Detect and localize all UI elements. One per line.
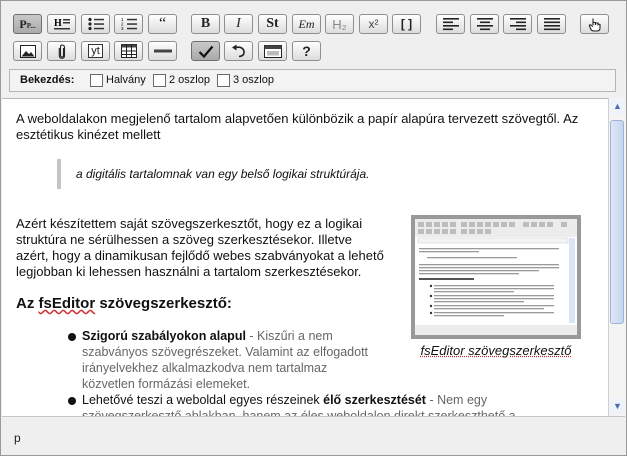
justify-icon (543, 18, 560, 31)
editor-content-area[interactable]: A weboldalakon megjelenő tartalom alapve… (2, 98, 608, 416)
element-path: p (14, 431, 21, 445)
strong-button[interactable]: St (258, 14, 287, 34)
emphasis-icon: Em (298, 16, 315, 31)
thumbnail-drawing (415, 219, 577, 335)
checkbox-halvany[interactable] (90, 74, 103, 87)
bullet-dot-2 (68, 397, 76, 405)
scroll-down-arrow-icon[interactable]: ▼ (610, 399, 625, 414)
svg-text:3: 3 (121, 26, 124, 31)
numbered-list-icon: 123 (121, 17, 137, 31)
blockquote: a digitális tartalomnak van egy belső lo… (57, 159, 557, 189)
validate-button[interactable] (191, 41, 220, 61)
horizontal-rule-icon (153, 49, 172, 53)
paragraph-style-button[interactable]: PP... (13, 14, 42, 34)
status-bar: p (2, 416, 625, 455)
attach-file-button[interactable] (47, 41, 76, 61)
svg-text:H: H (54, 18, 62, 29)
brackets-icon: [ ] (400, 17, 413, 31)
paragraph-options-bar: Bekezdés: Halvány 2 oszlop 3 oszlop (9, 69, 616, 92)
align-center-icon (476, 18, 493, 31)
insert-table-button[interactable] (114, 41, 143, 61)
youtube-button[interactable]: yt (81, 41, 110, 61)
checkbox-3-oszlop[interactable] (217, 74, 230, 87)
image-caption-text: fsEditor szövegszerkesztő (420, 343, 572, 358)
rich-text-editor: PP... H 123 “ B I St Em H₂ x² [] yt ? B… (0, 0, 627, 456)
checkbox-halvany-label: Halvány (106, 74, 146, 86)
list-item-2: Lehetővé teszi a weboldal egyes részeine… (82, 392, 552, 416)
align-center-button[interactable] (470, 14, 499, 34)
list-item-2-bold: élő szerkesztését (323, 393, 426, 407)
checkmark-icon (198, 45, 213, 58)
section-heading: Az fsEditor szövegszerkesztő: (16, 295, 232, 312)
pointer-button[interactable] (580, 14, 609, 34)
heading-suffix: szövegszerkesztő: (95, 295, 232, 312)
bold-icon: B (200, 16, 211, 31)
image-caption: fsEditor szövegszerkesztő (411, 343, 581, 358)
align-left-button[interactable] (436, 14, 465, 34)
bullet-dot-1 (68, 333, 76, 341)
superscript-icon: x² (368, 17, 379, 31)
editor-toolbar: PP... H 123 “ B I St Em H₂ x² [] yt ? (1, 1, 626, 69)
bulleted-list-button[interactable] (81, 14, 110, 34)
heading-button[interactable]: H (47, 14, 76, 34)
scrollbar-thumb[interactable] (610, 120, 624, 324)
bold-button[interactable]: B (191, 14, 220, 34)
help-button[interactable]: ? (292, 41, 321, 61)
justify-button[interactable] (537, 14, 566, 34)
subscript-button[interactable]: H₂ (325, 14, 354, 34)
image-icon (19, 44, 36, 58)
italic-icon: I (236, 16, 241, 31)
list-item-1-bold: Szigorú szabályokon alapul (82, 329, 246, 343)
align-right-icon (509, 18, 526, 31)
source-button[interactable] (258, 41, 287, 61)
quote-icon: “ (158, 15, 167, 32)
horizontal-rule-button[interactable] (148, 41, 177, 61)
intro-paragraph: A weboldalakon megjelenő tartalom alapve… (16, 111, 579, 142)
code-button[interactable]: [ ] (392, 14, 421, 34)
paragraph-style-icon: PP... (19, 16, 36, 31)
align-right-button[interactable] (503, 14, 532, 34)
window-icon (263, 44, 282, 58)
bulleted-list-icon (87, 17, 104, 31)
superscript-button[interactable]: x² (359, 14, 388, 34)
strong-icon: St (266, 16, 279, 31)
table-icon (120, 44, 137, 58)
undo-icon (231, 44, 245, 58)
insert-image-button[interactable] (13, 41, 42, 61)
youtube-icon: yt (88, 44, 103, 58)
heading-product-name: fsEditor (38, 295, 96, 312)
align-left-icon (442, 18, 459, 31)
list-item-2-text-a: Lehetővé teszi a weboldal egyes részeine… (82, 393, 324, 407)
heading-prefix: Az (16, 295, 39, 312)
paperclip-icon (58, 43, 65, 59)
hand-pointer-icon (588, 18, 601, 32)
editor-screenshot-image[interactable] (411, 215, 581, 339)
editor-screenshot-thumbnail (415, 219, 577, 335)
question-icon: ? (302, 43, 311, 59)
second-paragraph: Azért készítettem saját szövegszerkesztő… (16, 216, 384, 279)
numbered-list-button[interactable]: 123 (114, 14, 143, 34)
list-item-1: Szigorú szabályokon alapul - Kiszűri a n… (82, 328, 372, 392)
undo-button[interactable] (224, 41, 253, 61)
italic-button[interactable]: I (224, 14, 253, 34)
checkbox-2-oszlop-label: 2 oszlop (169, 74, 210, 86)
paragraph-options-label: Bekezdés: (20, 74, 75, 86)
heading-icon: H (53, 18, 70, 30)
scroll-up-arrow-icon[interactable]: ▲ (610, 99, 625, 114)
subscript-icon: H₂ (332, 16, 347, 32)
checkbox-3-oszlop-label: 3 oszlop (233, 74, 274, 86)
emphasis-button[interactable]: Em (292, 14, 321, 34)
quote-button[interactable]: “ (148, 14, 177, 34)
checkbox-2-oszlop[interactable] (153, 74, 166, 87)
vertical-scrollbar[interactable]: ▲ ▼ (608, 98, 626, 416)
